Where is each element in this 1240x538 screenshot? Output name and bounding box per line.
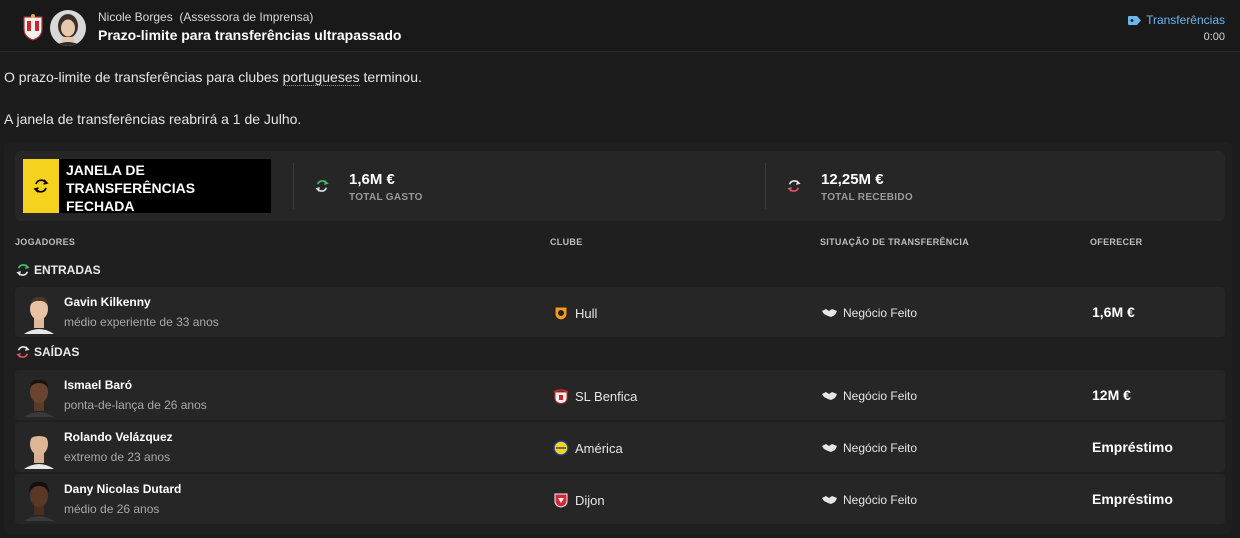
player-description: médio de 26 anos bbox=[64, 502, 160, 516]
message-time: 0:00 bbox=[1203, 31, 1225, 43]
total-received-label: TOTAL RECEBIDO bbox=[821, 192, 913, 203]
transfer-status: Negócio Feito bbox=[822, 389, 917, 403]
transfer-status-label: Negócio Feito bbox=[843, 493, 918, 507]
club-cell[interactable]: SL Benfica bbox=[553, 388, 637, 404]
column-header-club[interactable]: CLUBE bbox=[550, 237, 583, 247]
handshake-icon bbox=[822, 309, 837, 317]
club-name: Dijon bbox=[575, 492, 605, 508]
window-status-text: JANELA DE TRANSFERÊNCIAS FECHADA bbox=[66, 162, 196, 214]
handshake-icon bbox=[822, 496, 837, 504]
message-line-1: O prazo-limite de transferências para cl… bbox=[4, 69, 422, 86]
offer-value: Empréstimo bbox=[1092, 491, 1173, 507]
section-outgoing: SAÍDAS bbox=[16, 345, 79, 359]
club-cell[interactable]: América bbox=[553, 440, 623, 456]
club-crest-icon bbox=[23, 14, 43, 41]
section-incoming: ENTRADAS bbox=[16, 263, 101, 277]
sender-line: Nicole Borges (Assessora de Imprensa) bbox=[98, 10, 313, 24]
club-badge-icon bbox=[554, 493, 568, 508]
section-outgoing-label: SAÍDAS bbox=[34, 345, 80, 359]
message-line-1-end: terminou. bbox=[359, 69, 422, 85]
player-face-icon bbox=[24, 481, 54, 521]
column-header-players[interactable]: JOGADORES bbox=[15, 237, 75, 247]
total-spent: 1,6M € TOTAL GASTO bbox=[349, 171, 423, 203]
message-subject: Prazo-limite para transferências ultrapa… bbox=[98, 27, 402, 43]
handshake-icon bbox=[822, 392, 837, 400]
table-row[interactable]: Gavin Kilkenny médio experiente de 33 an… bbox=[15, 287, 1225, 337]
message-line-2: A janela de transferências reabrirá a 1 … bbox=[4, 111, 302, 127]
club-cell[interactable]: Hull bbox=[553, 305, 597, 321]
club-name: SL Benfica bbox=[575, 388, 638, 404]
transfer-summary: JANELA DE TRANSFERÊNCIAS FECHADA 1,6M € … bbox=[15, 151, 1225, 221]
total-received: 12,25M € TOTAL RECEBIDO bbox=[821, 171, 913, 203]
transfer-status: Negócio Feito bbox=[822, 306, 917, 320]
club-name: Hull bbox=[575, 305, 598, 321]
transfer-cycle-icon bbox=[33, 179, 49, 193]
offer-value: 1,6M € bbox=[1092, 304, 1135, 320]
player-description: extremo de 23 anos bbox=[64, 450, 171, 464]
player-name[interactable]: Gavin Kilkenny bbox=[64, 295, 151, 309]
column-header-status[interactable]: SITUAÇÃO DE TRANSFERÊNCIA bbox=[820, 237, 969, 247]
club-badge-icon bbox=[554, 306, 568, 321]
message-header: Nicole Borges (Assessora de Imprensa) Pr… bbox=[0, 0, 1240, 52]
window-status-badge: JANELA DE TRANSFERÊNCIAS FECHADA bbox=[23, 159, 271, 214]
category-tag-label: Transferências bbox=[1146, 13, 1225, 27]
outgoing-transfer-icon bbox=[787, 180, 801, 192]
incoming-transfer-icon bbox=[16, 264, 30, 276]
table-row[interactable]: Rolando Velázquez extremo de 23 anos Amé… bbox=[15, 422, 1225, 472]
sender-name[interactable]: Nicole Borges bbox=[98, 10, 173, 24]
total-received-value: 12,25M € bbox=[821, 171, 884, 188]
transfer-status: Negócio Feito bbox=[822, 493, 917, 507]
sender-face-icon bbox=[50, 10, 86, 46]
player-face-icon bbox=[24, 432, 54, 469]
player-face-icon bbox=[24, 296, 54, 334]
offer-value: Empréstimo bbox=[1092, 439, 1173, 455]
club-badge-icon bbox=[553, 389, 569, 404]
incoming-transfer-icon bbox=[315, 180, 329, 192]
section-incoming-label: ENTRADAS bbox=[34, 263, 101, 277]
tag-icon bbox=[1128, 15, 1142, 25]
player-description: ponta-de-lança de 26 anos bbox=[64, 398, 207, 412]
total-spent-label: TOTAL GASTO bbox=[349, 192, 423, 203]
handshake-icon bbox=[822, 444, 837, 452]
table-row[interactable]: Ismael Baró ponta-de-lança de 26 anos SL… bbox=[15, 370, 1225, 420]
message-line-1-start: O prazo-limite de transferências para cl… bbox=[4, 69, 283, 85]
outgoing-transfer-icon bbox=[16, 346, 30, 358]
player-name[interactable]: Dany Nicolas Dutard bbox=[64, 482, 181, 496]
total-spent-value: 1,6M € bbox=[349, 171, 395, 188]
sender-role: (Assessora de Imprensa) bbox=[179, 10, 314, 24]
table-row[interactable]: Dany Nicolas Dutard médio de 26 anos Dij… bbox=[15, 474, 1225, 524]
category-tag-transfers[interactable]: Transferências bbox=[1128, 13, 1225, 27]
nation-link[interactable]: portugueses bbox=[282, 69, 360, 86]
club-badge-icon bbox=[553, 440, 569, 456]
transfer-status: Negócio Feito bbox=[822, 441, 917, 455]
column-header-offer[interactable]: OFERECER bbox=[1090, 237, 1142, 247]
offer-value: 12M € bbox=[1092, 387, 1131, 403]
transfer-status-label: Negócio Feito bbox=[843, 389, 918, 403]
player-face-icon bbox=[24, 379, 54, 417]
player-name[interactable]: Ismael Baró bbox=[64, 378, 132, 392]
summary-divider bbox=[765, 163, 766, 209]
club-cell[interactable]: Dijon bbox=[553, 492, 605, 508]
player-name[interactable]: Rolando Velázquez bbox=[64, 430, 173, 444]
club-name: América bbox=[575, 440, 623, 456]
transfer-status-label: Negócio Feito bbox=[843, 441, 918, 455]
transfer-status-label: Negócio Feito bbox=[843, 306, 918, 320]
player-description: médio experiente de 33 anos bbox=[64, 315, 219, 329]
summary-divider bbox=[293, 163, 294, 209]
sender-avatar[interactable] bbox=[50, 10, 86, 46]
